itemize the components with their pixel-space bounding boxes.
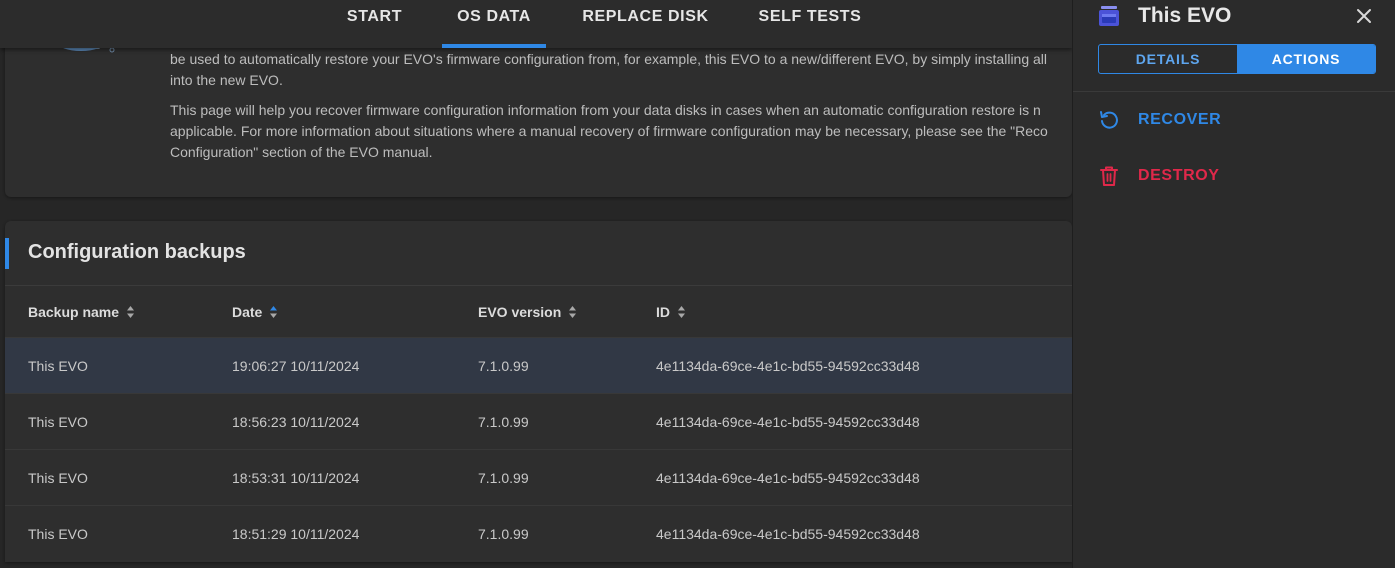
trash-icon (1100, 166, 1118, 186)
sort-icon-active (270, 306, 278, 318)
table-row[interactable]: This EVO 18:56:23 10/11/2024 7.1.0.99 4e… (5, 393, 1072, 449)
table-row[interactable]: This EVO 19:06:27 10/11/2024 7.1.0.99 4e… (5, 337, 1072, 393)
column-header-id[interactable]: ID (656, 302, 686, 322)
column-header-label: ID (656, 304, 670, 320)
tab-os-data[interactable]: OS DATA (442, 0, 546, 48)
intro-paragraph-2-line-2: applicable. For more information about s… (170, 123, 1048, 139)
tab-details[interactable]: DETAILS (1099, 45, 1237, 73)
recover-label: RECOVER (1138, 111, 1222, 128)
intro-paragraph-1-line-2: into the new EVO. (170, 72, 283, 88)
sort-icon (678, 306, 685, 318)
panel-divider (1073, 91, 1395, 92)
cell-backup-name: This EVO (28, 358, 88, 374)
cell-backup-name: This EVO (28, 526, 88, 542)
tab-actions[interactable]: ACTIONS (1237, 45, 1375, 73)
column-header-evo-version[interactable]: EVO version (478, 302, 577, 322)
cell-date: 19:06:27 10/11/2024 (232, 358, 360, 374)
cell-id: 4e1134da-69ce-4e1c-bd55-94592cc33d48 (656, 358, 920, 374)
top-navigation: START OS DATA REPLACE DISK SELF TESTS (0, 0, 1072, 48)
sort-icon (127, 306, 135, 318)
cell-evo-version: 7.1.0.99 (478, 470, 529, 486)
cell-date: 18:56:23 10/11/2024 (232, 414, 360, 430)
header-divider (5, 285, 1072, 286)
destroy-button[interactable]: DESTROY (1099, 164, 1220, 188)
column-header-label: Backup name (28, 304, 120, 320)
cell-id: 4e1134da-69ce-4e1c-bd55-94592cc33d48 (656, 526, 920, 542)
side-panel: This EVO DETAILS ACTIONS RECOVER DESTROY (1072, 0, 1395, 568)
column-header-backup-name[interactable]: Backup name (28, 302, 135, 322)
details-actions-toggle: DETAILS ACTIONS (1098, 44, 1376, 74)
recover-button[interactable]: RECOVER (1099, 108, 1221, 132)
configuration-backups-card: Configuration backups Backup name Date E… (5, 221, 1072, 562)
close-icon[interactable] (1354, 6, 1374, 26)
intro-text: be used to automatically restore your EV… (170, 49, 1080, 172)
intro-paragraph-2-line-3: Configuration" section of the EVO manual… (170, 144, 433, 160)
tab-start[interactable]: START (334, 0, 415, 48)
recover-icon (1100, 111, 1118, 129)
cell-date: 18:53:31 10/11/2024 (232, 470, 360, 486)
column-header-label: EVO version (478, 304, 562, 320)
tab-replace-disk[interactable]: REPLACE DISK (573, 0, 718, 48)
backup-icon (1099, 6, 1119, 26)
section-title: Configuration backups (28, 241, 246, 263)
table-row[interactable]: This EVO 18:53:31 10/11/2024 7.1.0.99 4e… (5, 449, 1072, 505)
intro-paragraph-2-line-1: This page will help you recover firmware… (170, 102, 1041, 118)
section-accent-bar (5, 238, 9, 269)
cell-backup-name: This EVO (28, 470, 88, 486)
cell-date: 18:51:29 10/11/2024 (232, 526, 360, 542)
table-row[interactable]: This EVO 18:51:29 10/11/2024 7.1.0.99 4e… (5, 505, 1072, 561)
cell-evo-version: 7.1.0.99 (478, 526, 529, 542)
destroy-label: DESTROY (1138, 167, 1220, 184)
cell-evo-version: 7.1.0.99 (478, 414, 529, 430)
cell-evo-version: 7.1.0.99 (478, 358, 529, 374)
intro-paragraph-1-line-1: be used to automatically restore your EV… (170, 51, 1048, 67)
cell-backup-name: This EVO (28, 414, 88, 430)
cell-id: 4e1134da-69ce-4e1c-bd55-94592cc33d48 (656, 470, 920, 486)
column-header-label: Date (232, 304, 263, 320)
tab-self-tests[interactable]: SELF TESTS (748, 0, 872, 48)
column-header-date[interactable]: Date (232, 302, 278, 322)
cell-id: 4e1134da-69ce-4e1c-bd55-94592cc33d48 (656, 414, 920, 430)
sort-icon (569, 306, 577, 318)
panel-title: This EVO (1138, 4, 1232, 27)
